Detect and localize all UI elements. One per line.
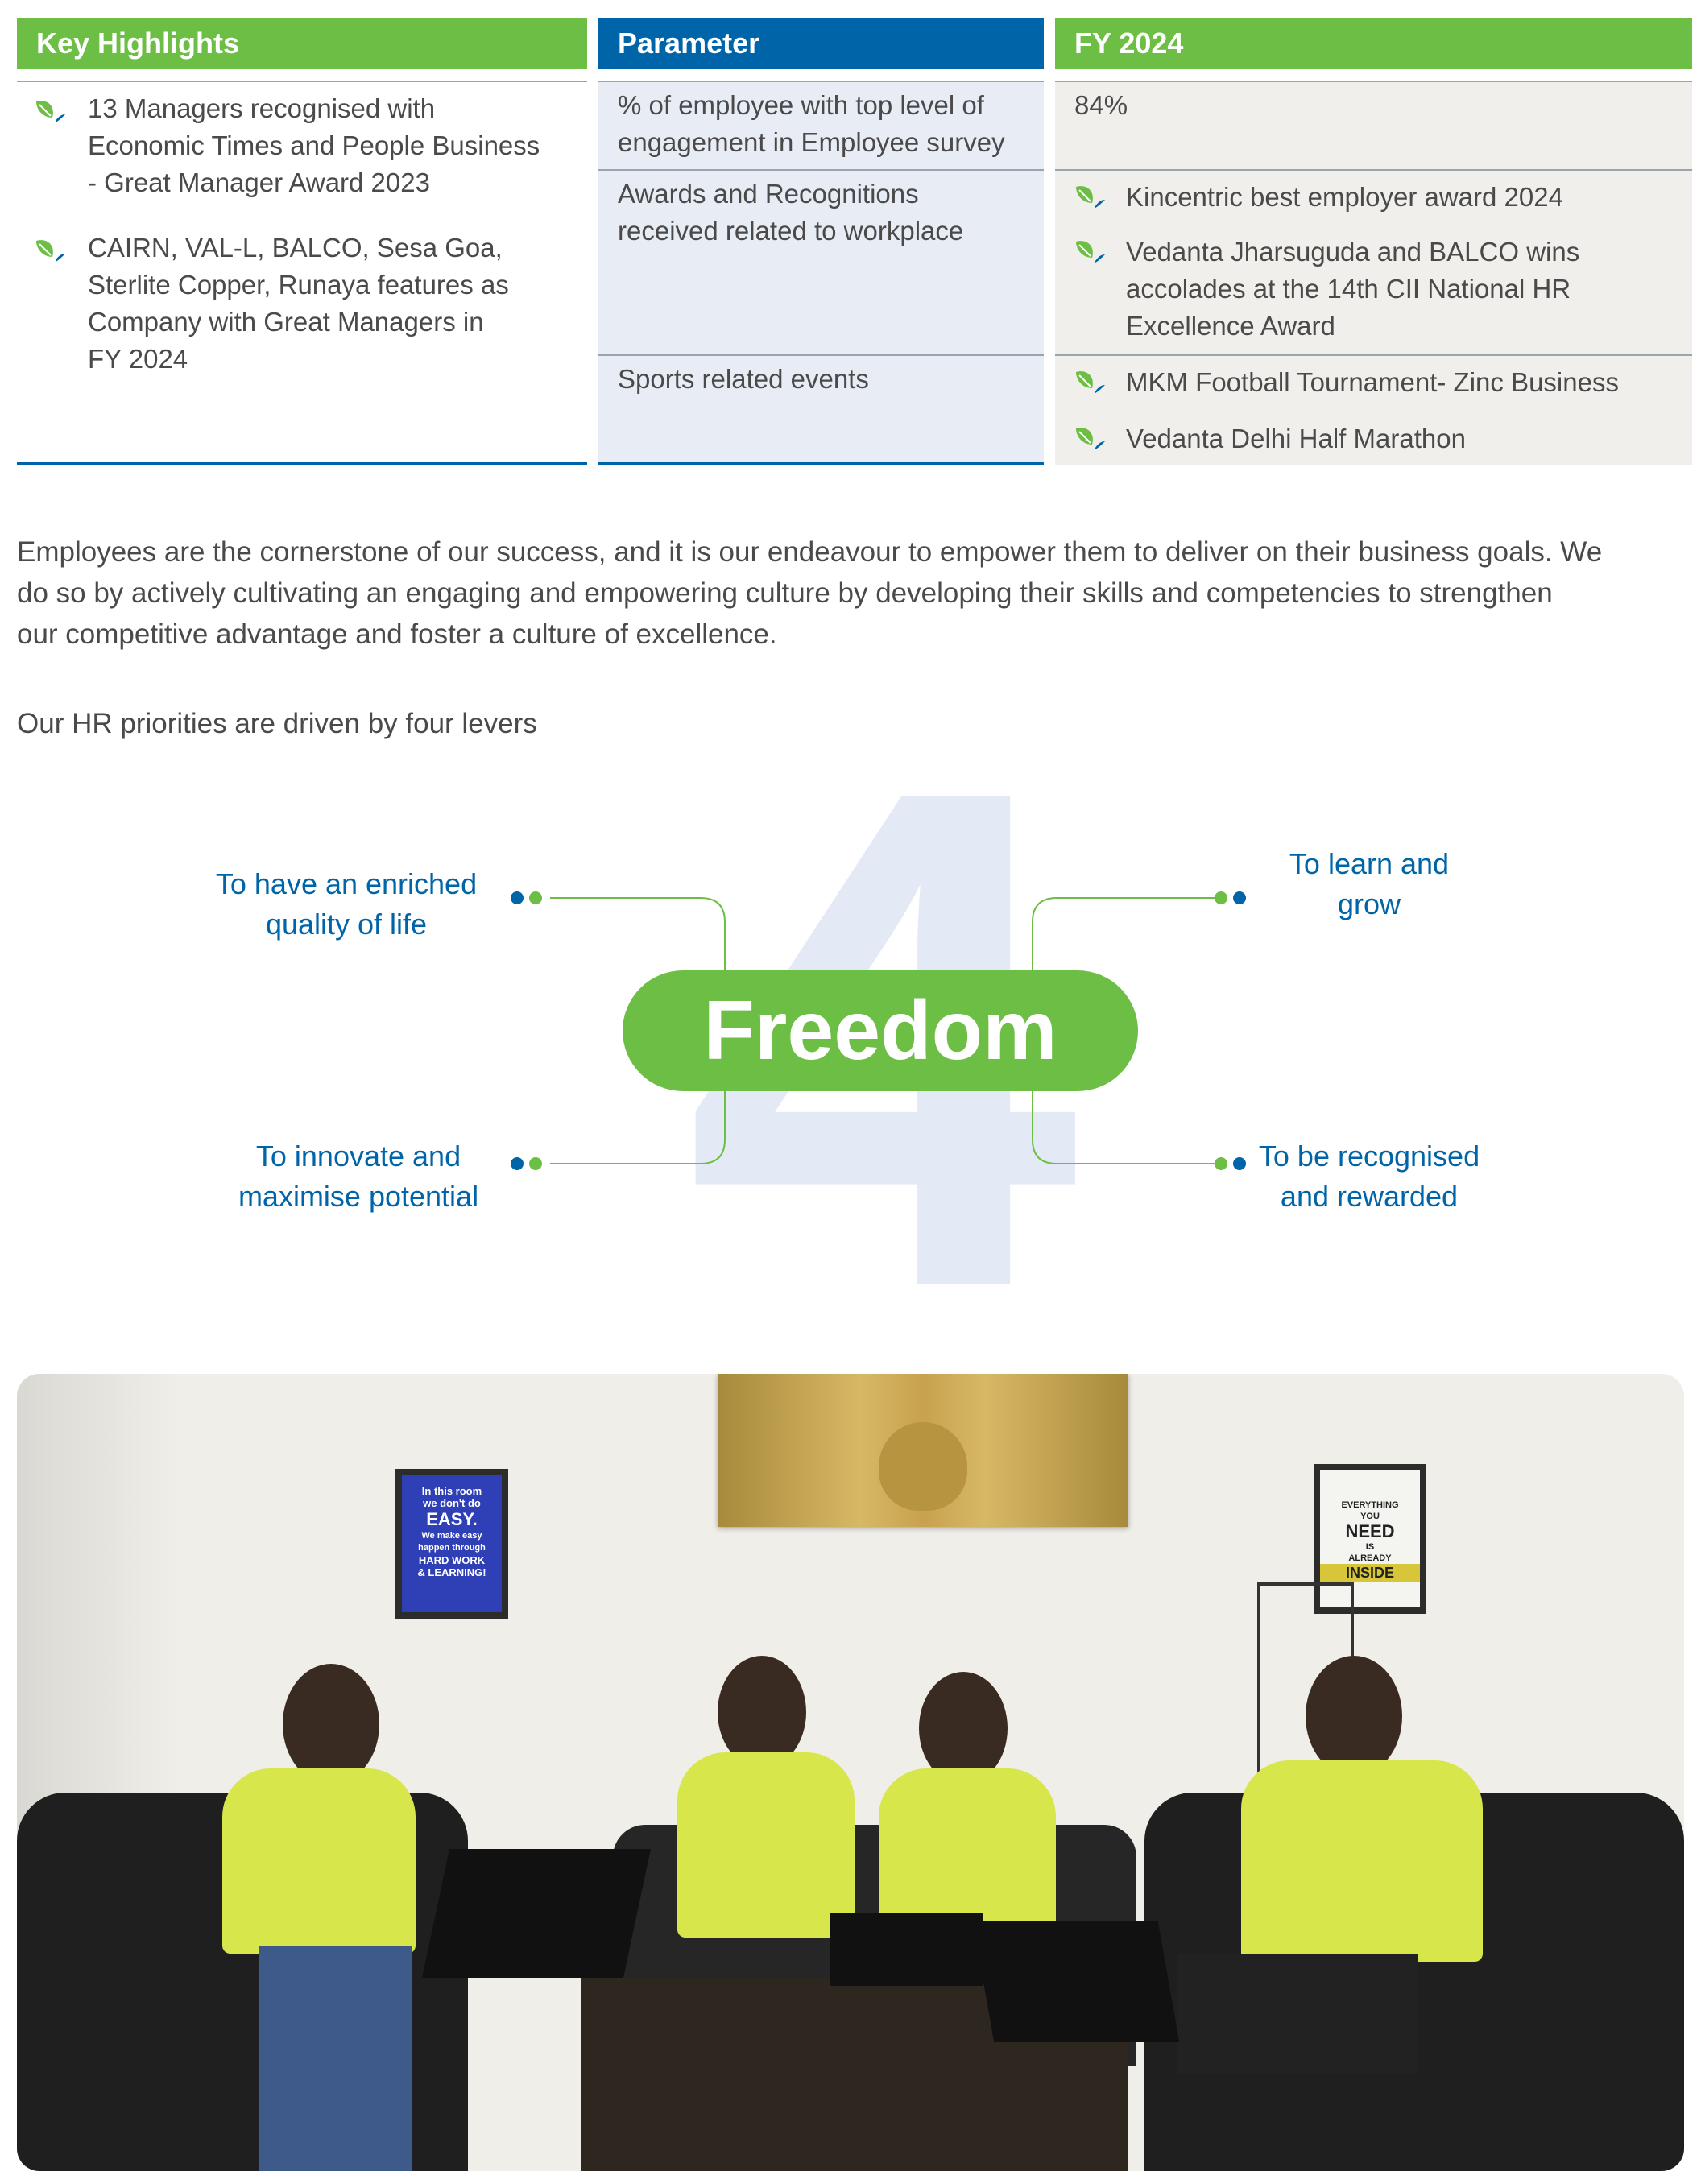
dot-icon — [1215, 891, 1227, 904]
lever-line: To have an enriched — [215, 867, 478, 900]
poster-line: INSIDE — [1320, 1564, 1420, 1582]
poster-line: YOU — [1360, 1512, 1380, 1521]
buddha-painting — [718, 1374, 1128, 1527]
dot-icon — [529, 1157, 542, 1170]
dot-icon — [511, 891, 524, 904]
poster-line: & LEARNING! — [417, 1566, 486, 1578]
dot-icon — [1233, 1157, 1246, 1170]
laptop — [972, 1921, 1180, 2042]
lever-line: quality of life — [265, 908, 428, 941]
lever-line: grow — [1337, 887, 1401, 920]
poster-line: We make easy — [421, 1531, 482, 1541]
lever-line: maximise potential — [238, 1180, 479, 1213]
team-photo: In this room we don't do EASY. We make e… — [17, 1374, 1684, 2171]
poster-line: ALREADY — [1348, 1553, 1392, 1563]
lever-innovate: To innovate and maximise potential — [201, 1136, 515, 1217]
lever-learn-and-grow: To learn and grow — [1240, 844, 1498, 924]
lever-recognised: To be recognised and rewarded — [1248, 1136, 1490, 1217]
poster-line: IS — [1365, 1542, 1375, 1552]
lever-line: To innovate and — [255, 1140, 461, 1173]
lever-line: To be recognised — [1258, 1140, 1480, 1173]
laptop — [830, 1913, 983, 1986]
poster-line: happen through — [418, 1543, 486, 1553]
laptop — [421, 1849, 652, 1978]
poster-line: NEED — [1345, 1521, 1395, 1541]
poster-line: EVERYTHING — [1341, 1500, 1399, 1510]
poster-line: In this room — [421, 1485, 482, 1497]
freedom-pill: Freedom — [623, 970, 1138, 1091]
lever-line: and rewarded — [1280, 1180, 1459, 1213]
dot-icon — [529, 891, 542, 904]
lever-line: To learn and — [1289, 847, 1450, 880]
motivational-poster-left: In this room we don't do EASY. We make e… — [395, 1469, 508, 1619]
lever-quality-of-life: To have an enriched quality of life — [185, 864, 507, 945]
poster-line: we don't do — [423, 1497, 481, 1509]
dot-icon — [1215, 1157, 1227, 1170]
poster-line: HARD WORK — [418, 1554, 486, 1566]
poster-line: EASY. — [426, 1509, 478, 1529]
